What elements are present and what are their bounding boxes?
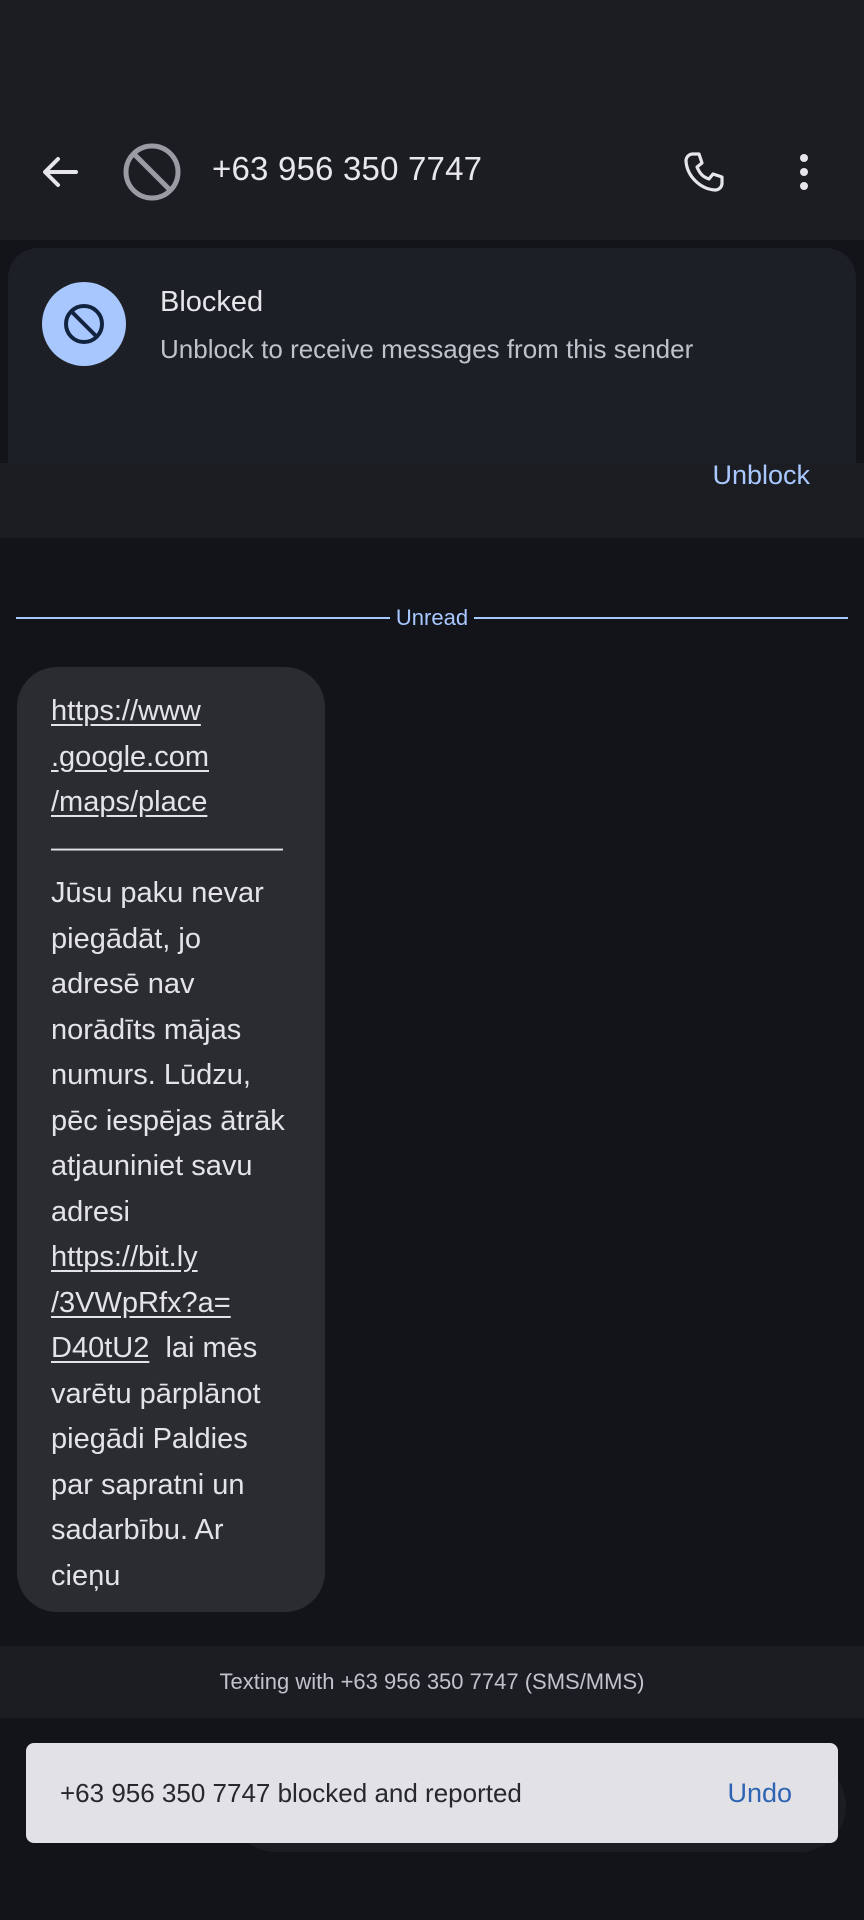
- message-line: norādīts mājas: [51, 1008, 301, 1054]
- message-text: piegādāt, jo: [51, 922, 201, 955]
- message-line: Jūsu paku nevar: [51, 871, 301, 917]
- message-line: sadarbību. Ar: [51, 1508, 301, 1554]
- message-link[interactable]: https://www: [51, 695, 201, 727]
- message-line: adresē nav: [51, 962, 301, 1008]
- blocked-badge: [42, 282, 126, 366]
- undo-button[interactable]: Undo: [727, 1778, 792, 1809]
- message-link[interactable]: /maps/place: [51, 786, 207, 818]
- message-text: par sapratni un: [51, 1468, 245, 1501]
- unread-divider: Unread: [16, 604, 848, 632]
- message-text: adresē nav: [51, 968, 195, 1000]
- message-line: /maps/place: [51, 780, 301, 826]
- message-line: varētu pārplānot: [51, 1372, 301, 1418]
- message-text: ————————: [51, 831, 283, 864]
- message-text: numurs. Lūdzu,: [51, 1059, 251, 1091]
- back-button[interactable]: [36, 148, 84, 196]
- message-link[interactable]: /3VWpRfx?a=: [51, 1287, 231, 1319]
- more-options-button[interactable]: [788, 148, 820, 196]
- message-link[interactable]: https://bit.ly: [51, 1241, 198, 1273]
- message-line: .google.com: [51, 735, 301, 781]
- blocked-subtitle: Unblock to receive messages from this se…: [160, 334, 694, 364]
- message-bubble[interactable]: https://www .google.com/maps/place ———————…: [17, 667, 325, 1612]
- message-text: pēc iespējas ātrāk: [51, 1104, 285, 1137]
- blocked-title: Blocked: [160, 286, 264, 318]
- more-vert-icon: [800, 154, 808, 190]
- message-line: D40tU2 lai mēs: [51, 1326, 301, 1372]
- message-text: piegādi Paldies: [51, 1423, 248, 1455]
- message-line: https://bit.ly: [51, 1235, 301, 1281]
- call-button[interactable]: [680, 148, 728, 196]
- message-line: piegādi Paldies: [51, 1417, 301, 1463]
- message-line: /3VWpRfx?a=: [51, 1281, 301, 1327]
- contact-avatar[interactable]: [120, 140, 184, 204]
- blocked-banner: Blocked Unblock to receive messages from…: [0, 248, 864, 538]
- message-line: https://www: [51, 689, 301, 735]
- message-text: sadarbību. Ar: [51, 1514, 224, 1546]
- message-link[interactable]: .google.com: [51, 741, 209, 773]
- message-line: pēc iespējas ātrāk: [51, 1099, 301, 1145]
- block-icon: [64, 304, 104, 344]
- message-text: adresi: [51, 1195, 130, 1228]
- conversation-title[interactable]: +63 956 350 7747: [212, 150, 482, 188]
- message-text: cieņu: [51, 1559, 121, 1592]
- arrow-back-icon: [43, 157, 78, 187]
- message-line: cieņu: [51, 1554, 301, 1600]
- message-text: varētu pārplānot: [51, 1377, 261, 1410]
- message-line: par sapratni un: [51, 1463, 301, 1509]
- unread-label: Unread: [395, 605, 469, 630]
- message-line: atjauniniet savu: [51, 1144, 301, 1190]
- app-bar: +63 956 350 7747: [0, 0, 864, 240]
- message-text: norādīts mājas: [51, 1013, 242, 1046]
- texting-info: Texting with +63 956 350 7747 (SMS/MMS): [0, 1646, 864, 1718]
- message-line: numurs. Lūdzu,: [51, 1053, 301, 1099]
- snackbar: +63 956 350 7747 blocked and reported Un…: [26, 1743, 838, 1843]
- message-line: adresi: [51, 1190, 301, 1236]
- snackbar-message: +63 956 350 7747 blocked and reported: [60, 1778, 522, 1808]
- message-line: piegādāt, jo: [51, 917, 301, 963]
- block-icon: [123, 143, 181, 201]
- message-text: Jūsu paku nevar: [51, 877, 264, 909]
- message-line: ————————: [51, 826, 301, 872]
- divider-line: [474, 617, 848, 619]
- unblock-button[interactable]: Unblock: [712, 460, 810, 491]
- phone-icon: [684, 152, 724, 192]
- message-text: lai mēs: [149, 1332, 258, 1364]
- message-link[interactable]: D40tU2: [51, 1332, 149, 1364]
- message-text: atjauniniet savu: [51, 1150, 253, 1182]
- divider-line: [16, 617, 390, 619]
